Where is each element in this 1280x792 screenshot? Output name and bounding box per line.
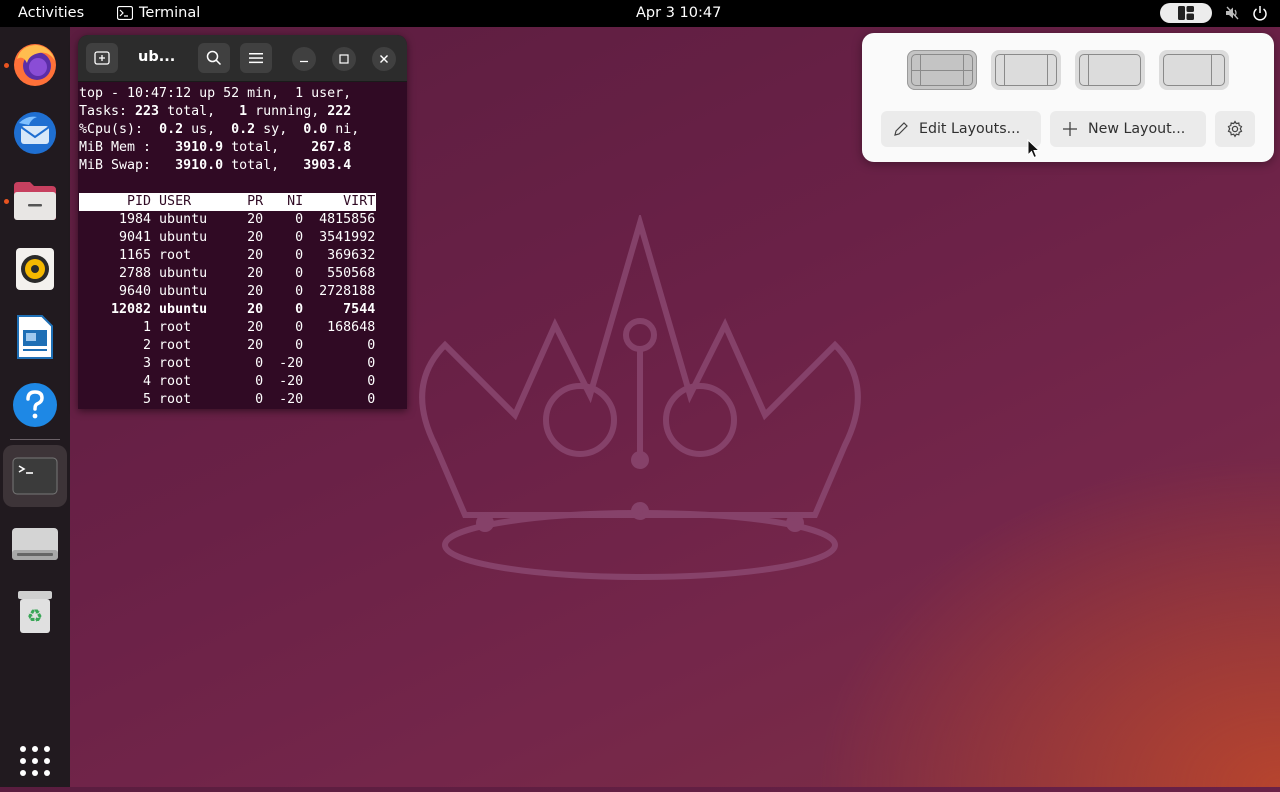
drive-icon [12,528,58,560]
mouse-cursor-icon [1027,139,1040,159]
search-button[interactable] [198,43,230,73]
layout-preview [911,54,973,86]
new-tab-icon [94,51,110,65]
dock-item-drive[interactable] [3,513,67,575]
dock-item-trash[interactable]: ♻ [3,581,67,643]
summary-line: top - 10:47:12 up 52 min, 1 user, [79,86,352,101]
system-tray [1160,3,1268,23]
terminal-header-bar[interactable]: ub... [78,35,407,82]
top-bar: Activities Terminal Apr 3 10:47 [0,0,1280,27]
grid-icon [20,746,50,776]
edit-layouts-button[interactable]: Edit Layouts... [881,111,1041,147]
volume-muted-icon[interactable] [1224,5,1240,21]
close-button[interactable] [372,47,396,71]
clock[interactable]: Apr 3 10:47 [636,5,721,21]
terminal-output[interactable]: top - 10:47:12 up 52 min, 1 user, Tasks: … [78,82,407,409]
layout-option[interactable] [991,50,1061,90]
dock-item-rhythmbox[interactable] [3,238,67,300]
speaker-icon [16,248,54,290]
new-layout-button[interactable]: New Layout... [1050,111,1206,147]
minimize-button[interactable] [292,47,316,71]
summary-line: MiB Swap: 3910.0 total, 3903.4 [79,158,352,173]
activities-button[interactable]: Activities [18,5,84,21]
firefox-icon [14,44,56,86]
summary-line: MiB Mem : 3910.9 total, 267.8 [79,140,352,155]
layout-option[interactable] [907,50,977,90]
tiling-layout-button[interactable] [1160,3,1212,23]
process-row: 5 root 0 -20 0 [79,392,376,407]
dock-item-help[interactable] [3,374,67,436]
layout-preview [1079,54,1141,86]
layout-preview [995,54,1057,86]
gear-icon [1227,120,1243,138]
summary-line: %Cpu(s): 0.2 us, 0.2 sy, 0.0 ni, [79,122,360,137]
layout-option[interactable] [1159,50,1229,90]
folder-icon [14,182,56,220]
search-icon [206,50,222,66]
process-row: 9041 ubuntu 20 0 3541992 [79,230,376,245]
maximize-icon [339,54,349,64]
thunderbird-icon [14,112,56,154]
dock-separator [10,439,60,440]
process-table: 1984 ubuntu 20 0 4815856 9041 ubuntu 20 … [79,211,407,409]
app-menu[interactable]: Terminal [117,5,200,21]
new-layout-label: New Layout... [1088,121,1186,137]
plus-icon [1063,122,1077,136]
menu-button[interactable] [240,43,272,73]
process-table-header: PID USER PR NI VIRT [79,193,376,211]
summary-line: Tasks: 223 total, 1 running, 222 [79,104,352,119]
minimize-icon [300,60,308,63]
tiling-icon [1178,6,1194,20]
process-row: 1 root 20 0 168648 [79,320,376,335]
show-apps-button[interactable] [3,730,67,792]
process-row: 4 root 0 -20 0 [79,374,376,389]
crown-wallpaper-art [419,215,861,580]
maximize-button[interactable] [332,47,356,71]
settings-button[interactable] [1215,111,1255,147]
hamburger-icon [249,53,263,64]
process-row: 2788 ubuntu 20 0 550568 [79,266,376,281]
svg-text:♻: ♻ [27,606,43,627]
help-icon [13,383,57,427]
layout-preview [1163,54,1225,86]
process-row: 12082 ubuntu 20 0 7544 [79,302,376,317]
pencil-icon [894,122,908,136]
document-icon [17,315,53,359]
process-row: 1984 ubuntu 20 0 4815856 [79,212,376,227]
app-name: Terminal [139,5,201,21]
process-row: 2 root 20 0 0 [79,338,376,353]
process-row: 9640 ubuntu 20 0 2728188 [79,284,376,299]
layouts-popup: Edit Layouts... New Layout... [862,33,1274,162]
dock-item-writer[interactable] [3,306,67,368]
layout-option[interactable] [1075,50,1145,90]
process-row: 1165 root 20 0 369632 [79,248,376,263]
power-icon[interactable] [1252,5,1268,21]
dock: ♻ [0,27,70,787]
close-icon [380,55,388,63]
new-tab-button[interactable] [86,43,118,73]
process-row: 3 root 0 -20 0 [79,356,376,371]
terminal-app-icon [12,457,58,495]
dock-item-terminal[interactable] [3,445,67,507]
terminal-title: ub... [138,49,176,65]
terminal-window[interactable]: ub... top - 10:47:12 up 52 min, 1 user, … [78,35,407,409]
edit-layouts-label: Edit Layouts... [919,121,1021,137]
trash-icon: ♻ [18,591,52,633]
dock-item-firefox[interactable] [3,34,67,96]
terminal-icon [117,6,133,20]
top-summary: top - 10:47:12 up 52 min, 1 user, Tasks: … [79,85,407,175]
dock-item-files[interactable] [3,170,67,232]
dock-item-thunderbird[interactable] [3,102,67,164]
